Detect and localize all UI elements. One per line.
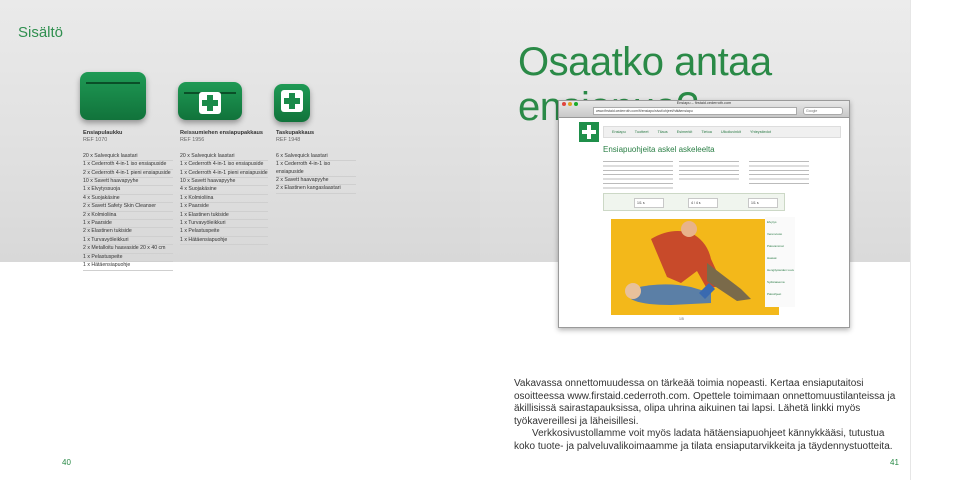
nav-item[interactable]: Ensiapu [612, 130, 626, 134]
page-heading: Ensiapuohjeita askel askeleelta [603, 145, 715, 154]
kit-list-1: Ensiapulaukku REF 1070 20 x Salvequick l… [83, 130, 173, 271]
kit-item: 6 x Salvequick laastari [276, 153, 356, 162]
kit-item: 1 x Cederroth 4-in-1 iso ensiapuside [83, 161, 173, 170]
sidebar-item[interactable]: Paloohjeet [767, 291, 795, 298]
browser-window: Ensiapu – firstaid.cederroth.com www.fir… [558, 100, 850, 328]
kit-item: 1 x Paarside [83, 220, 173, 229]
body-text: Vakavassa onnettomuudessa on tärkeää toi… [514, 378, 904, 453]
kit-list-2: Reissumiehen ensiapupakkaus REF 1956 20 … [180, 130, 268, 246]
left-page: Sisältö Ensiapulaukku REF 1070 20 x Salv… [0, 0, 480, 480]
nav-item[interactable]: Yhteystiedot [750, 130, 771, 134]
cross-icon [281, 90, 303, 112]
kit-item: 2 x Elastinen tukiside [83, 228, 173, 237]
first-aid-illustration [611, 219, 779, 315]
kit-item: 1 x Elvytyssuoja [83, 186, 173, 195]
kit-item: 1 x Turvavyöleikkuri [83, 237, 173, 246]
search-input[interactable]: Google [803, 107, 843, 115]
intro-text-block [679, 161, 739, 181]
kit-title: Reissumiehen ensiapupakkaus [180, 130, 264, 136]
sidebar-item[interactable]: Haavat [767, 255, 795, 262]
cpr-illustration [611, 219, 779, 315]
kit-item: 4 x Suojakäsine [180, 186, 268, 195]
page-number-right: 41 [890, 458, 899, 467]
kit-item: 1 x Pelastuspeite [83, 254, 173, 263]
step-button[interactable]: 1/1 s [748, 198, 778, 208]
site-nav: Ensiapu Tuotteet Tilaus Esimerkit Tietoa… [603, 126, 841, 138]
cross-logo-icon[interactable] [579, 122, 599, 142]
address-bar[interactable]: www.firstaid.cederroth.com/fi/ensiapu/si… [593, 107, 797, 115]
kit-item: 1 x Elastinen tukiside [180, 212, 268, 221]
step-selector: 1/1 s 4 / 4 s 1/1 s [603, 193, 785, 211]
paragraph: Verkkosivustollamme voit myös ladata hät… [514, 428, 893, 452]
nav-item[interactable]: Tuotteet [635, 130, 649, 134]
kit-title: Taskupakkaus [276, 130, 315, 136]
kit-list-3: Taskupakkaus REF 1948 6 x Salvequick laa… [276, 130, 356, 194]
kit-item: 1 x Paarside [180, 203, 268, 212]
kit-item: 1 x Turvavyöleikkuri [180, 220, 268, 229]
kit-item: 10 x Savett haavapyyhe [180, 178, 268, 187]
step-button[interactable]: 1/1 s [634, 198, 664, 208]
intro-text-block [603, 161, 673, 189]
intro-text-block [749, 161, 809, 185]
kit-item: 1 x Kolmioliina [180, 195, 268, 204]
kit-bag-large [80, 72, 146, 120]
section-title: Sisältö [18, 24, 64, 41]
kit-item: 20 x Salvequick laastari [83, 153, 173, 162]
nav-item[interactable]: Tilaus [658, 130, 668, 134]
topic-sidebar: Elvytys Verenvuoto Palovammat Haavat Hen… [765, 217, 795, 307]
kit-item: 2 x Metalloitu haavaside 20 x 40 cm [83, 245, 173, 254]
kit-bag-medium [178, 82, 242, 120]
page-number-left: 40 [62, 458, 71, 467]
kit-item: 1 x Cederroth 4-in-1 iso ensiapuside [276, 161, 356, 178]
sidebar-item[interactable]: Sydänasema [767, 279, 795, 286]
kit-item: 1 x Hätäensiapuohje [83, 262, 173, 271]
kit-item: 1 x Hätäensiapuohje [180, 237, 268, 246]
kit-ref: REF 1956 [180, 137, 205, 144]
kit-bag-pocket [274, 84, 310, 122]
browser-toolbar: Ensiapu – firstaid.cederroth.com www.fir… [559, 101, 849, 118]
site-header: Ensiapu Tuotteet Tilaus Esimerkit Tietoa… [559, 118, 849, 142]
nav-item[interactable]: Ulkoiluvinkit [721, 130, 741, 134]
close-icon[interactable] [562, 102, 566, 106]
minimize-icon[interactable] [568, 102, 572, 106]
kit-item: 2 x Elastinen kangaslaastari [276, 185, 356, 194]
kit-item: 2 x Savett haavapyyhe [276, 177, 356, 186]
window-title: Ensiapu – firstaid.cederroth.com [676, 101, 732, 105]
kit-item: 1 x Cederroth 4-in-1 iso ensiapuside [180, 161, 268, 170]
step-button[interactable]: 4 / 4 s [688, 198, 718, 208]
kit-item: 2 x Cederroth 4-in-1 pieni ensiapuside [83, 170, 173, 179]
pager[interactable]: 1/5 [679, 317, 684, 321]
cross-icon [199, 92, 221, 114]
kit-item: 1 x Cederroth 4-in-1 pieni ensiapuside [180, 170, 268, 179]
kit-ref: REF 1948 [276, 137, 301, 144]
kit-item: 10 x Savett haavapyyhe [83, 178, 173, 187]
nav-item[interactable]: Tietoa [701, 130, 711, 134]
sidebar-item[interactable]: Hengitysteiden Luvu [767, 267, 795, 274]
kit-item: 4 x Suojakäsine [83, 195, 173, 204]
sidebar-item[interactable]: Verenvuoto [767, 231, 795, 238]
kit-item: 20 x Salvequick laastari [180, 153, 268, 162]
kit-item: 1 x Pelastuspeite [180, 228, 268, 237]
kit-ref: REF 1070 [83, 137, 108, 144]
paragraph: Vakavassa onnettomuudessa on tärkeää toi… [514, 378, 896, 427]
nav-item[interactable]: Esimerkit [677, 130, 693, 134]
kit-item: 2 x Savett Safety Skin Cleanser [83, 203, 173, 212]
kit-title: Ensiapulaukku [83, 130, 123, 136]
sidebar-item[interactable]: Elvytys [767, 219, 795, 226]
sidebar-item[interactable]: Palovammat [767, 243, 795, 250]
maximize-icon[interactable] [574, 102, 578, 106]
kit-item: 2 x Kolmioliina [83, 212, 173, 221]
